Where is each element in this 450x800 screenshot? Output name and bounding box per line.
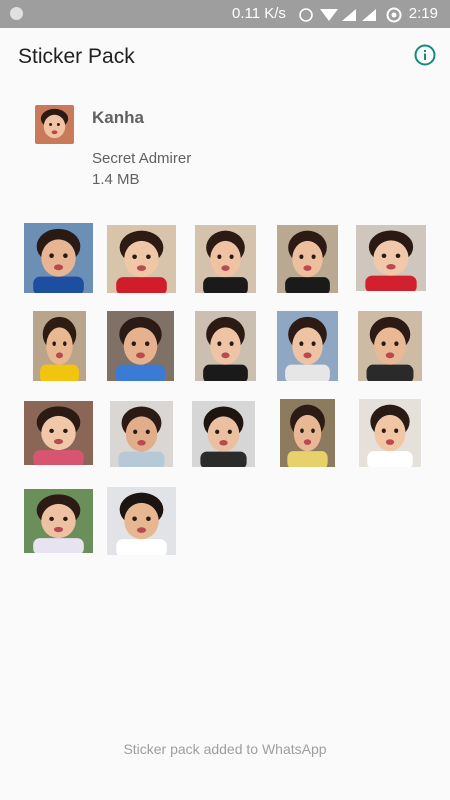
sticker-image[interactable] bbox=[107, 225, 176, 293]
sticker-image[interactable] bbox=[358, 311, 422, 381]
signal-icon-2 bbox=[362, 9, 376, 21]
status-icons bbox=[299, 7, 402, 23]
clock: 2:19 bbox=[408, 5, 438, 22]
sticker-image[interactable] bbox=[24, 223, 93, 293]
sticker-image[interactable] bbox=[107, 311, 174, 381]
sticker-image[interactable] bbox=[195, 311, 256, 381]
pack-name: Kanha bbox=[92, 108, 144, 127]
pack-tray-image bbox=[35, 105, 74, 144]
pack-size: 1.4 MB bbox=[92, 171, 140, 188]
sticker-image[interactable] bbox=[33, 311, 86, 381]
sticker-image[interactable] bbox=[277, 225, 338, 293]
info-icon[interactable] bbox=[414, 44, 436, 66]
status-bar: 0.11 K/s 2:19 bbox=[0, 0, 450, 28]
sticker-image[interactable] bbox=[359, 399, 421, 467]
footer-status: Sticker pack added to WhatsApp bbox=[123, 741, 327, 757]
alarm-icon bbox=[299, 8, 313, 22]
sticker-image[interactable] bbox=[192, 401, 255, 467]
network-speed: 0.11 K/s bbox=[232, 5, 286, 22]
sticker-image[interactable] bbox=[24, 489, 93, 553]
sticker-image[interactable] bbox=[280, 399, 335, 467]
sticker-image[interactable] bbox=[107, 487, 176, 555]
notification-icon bbox=[10, 7, 23, 20]
pack-author: Secret Admirer bbox=[92, 150, 192, 167]
sticker-image[interactable] bbox=[195, 225, 256, 293]
app-bar: Sticker Pack bbox=[0, 28, 450, 86]
sticker-image[interactable] bbox=[110, 401, 173, 467]
page-title: Sticker Pack bbox=[18, 45, 135, 68]
sticker-image[interactable] bbox=[24, 401, 93, 465]
wifi-icon bbox=[320, 9, 338, 21]
signal-icon bbox=[342, 9, 356, 21]
sticker-image[interactable] bbox=[356, 225, 426, 291]
sticker-image[interactable] bbox=[277, 311, 338, 381]
